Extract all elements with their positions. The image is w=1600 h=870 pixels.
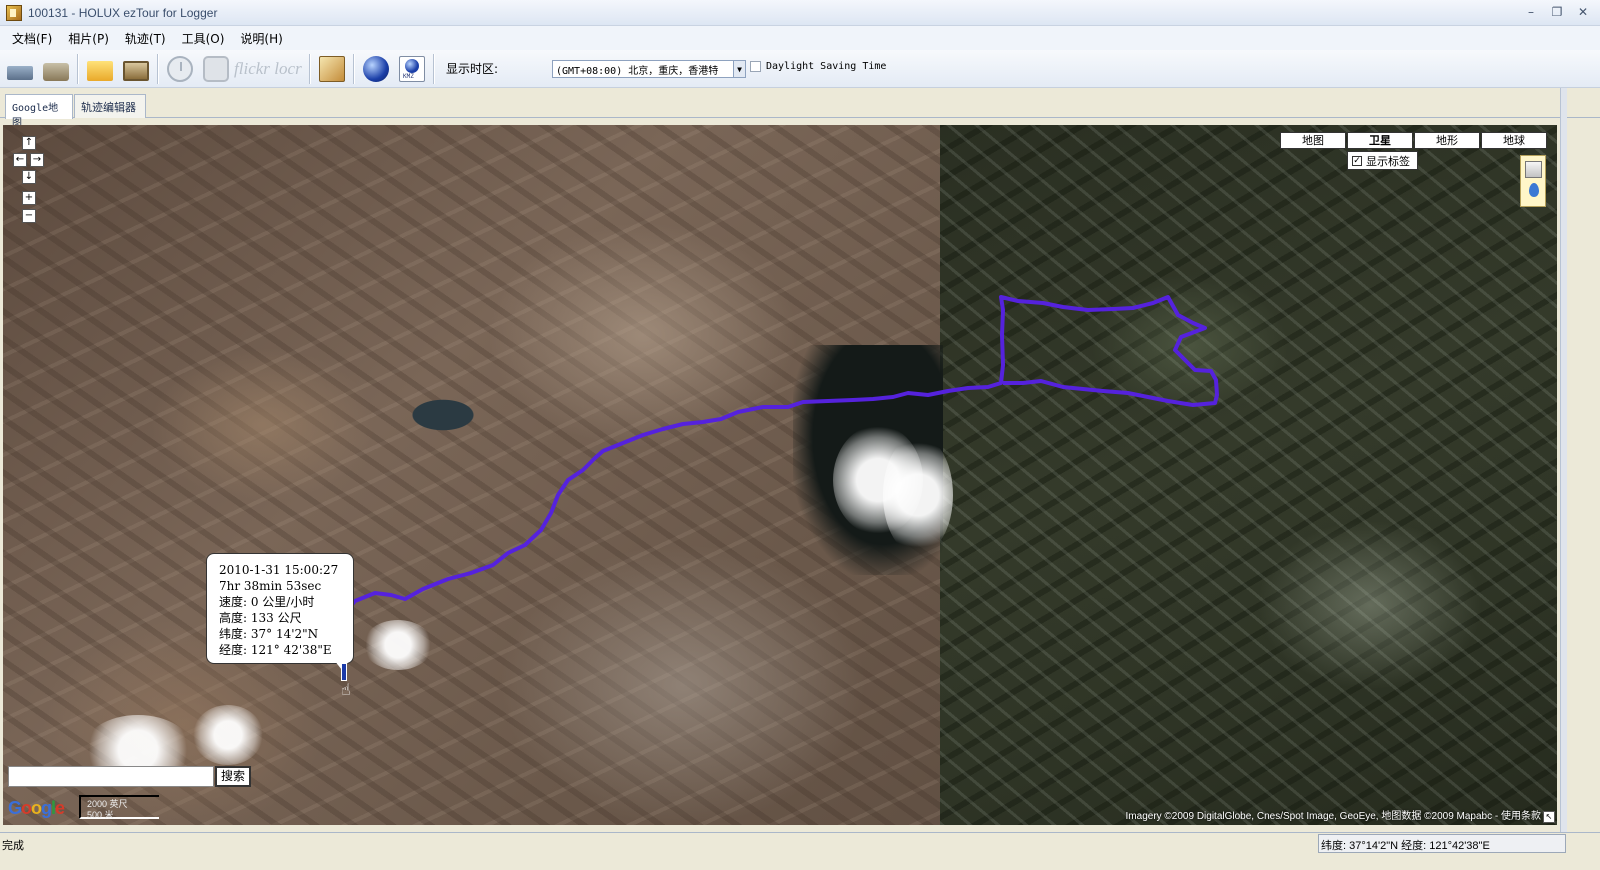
status-coordinates: 纬度: 37°14'2"N 经度: 121°42'38"E [1318,834,1566,853]
menu-file[interactable]: 文档(F) [4,30,60,47]
dst-label: Daylight Saving Time [766,61,887,72]
kmz-export-button[interactable]: KMZ [394,52,430,86]
zoom-out-button[interactable]: − [22,209,36,223]
maptype-map-button[interactable]: 地图 [1280,132,1346,149]
minimize-button[interactable]: – [1520,3,1542,21]
kmz-icon: KMZ [399,55,425,82]
timezone-label: 显示时区: [446,62,499,76]
time-sync-button[interactable] [162,52,198,86]
kmz-label: KMZ [403,72,414,80]
maptype-terrain-button[interactable]: 地形 [1414,132,1480,149]
map-side-tools [1520,155,1546,207]
maptype-earth-button[interactable]: 地球 [1481,132,1547,149]
open-folder-icon [87,60,113,81]
window-controls: – ❐ ✕ [1520,3,1594,21]
photos-icon [123,60,149,81]
close-button[interactable]: ✕ [1572,3,1594,21]
maximize-button[interactable]: ❐ [1546,3,1568,21]
pan-left-button[interactable]: ← [13,153,27,167]
title-bar: 100131 - HOLUX ezTour for Logger – ❐ ✕ [0,0,1600,26]
chevron-down-icon[interactable]: ▼ [733,61,745,77]
satellite-map[interactable]: ↑ ← → ↓ + − 地图 卫星 地形 地球 ✓ 显示标签 2010-1-31… [3,125,1557,825]
status-text: 完成 [2,839,24,852]
map-search-input[interactable] [8,766,214,787]
google-earth-button[interactable] [358,52,394,86]
popup-longitude: 经度: 121° 42'38"E [219,643,332,657]
popup-latitude: 纬度: 37° 14'2"N [219,627,319,641]
toolbar-separator [353,53,355,84]
import-device-icon [43,62,69,81]
photos-button[interactable] [118,52,154,86]
show-labels-label: 显示标签 [1366,154,1410,168]
toolbar-separator [433,53,435,84]
street-view-icon[interactable] [1525,161,1542,178]
show-labels-toggle[interactable]: ✓ 显示标签 [1347,151,1418,170]
menu-help[interactable]: 说明(H) [232,30,290,47]
gps-track [343,295,1219,615]
clock-icon [167,55,193,82]
camera-icon [203,55,229,82]
toolbar: flickr locr KMZ 显示时区: (GMT+08:00) 北京，重庆，… [0,50,1600,88]
popup-datetime: 2010-1-31 15:00:27 [219,563,339,577]
pegman-icon[interactable] [1529,183,1539,197]
toolbar-separator [309,53,311,84]
menu-track[interactable]: 轨迹(T) [117,30,174,47]
maptype-satellite-button[interactable]: 卫星 [1347,132,1413,149]
window-title: 100131 - HOLUX ezTour for Logger [28,5,218,20]
map-button[interactable] [314,52,350,86]
scale-bottom-label: 500 米 [87,810,114,820]
map-search-button[interactable]: 搜索 [215,766,251,787]
dst-checkbox-group[interactable]: Daylight Saving Time [750,61,886,72]
menu-photos[interactable]: 相片(P) [60,30,117,47]
import-device-button[interactable] [38,52,74,86]
hand-cursor-icon: ☝ [341,680,351,699]
timezone-value: (GMT+08:00) 北京，重庆，香港特 [556,65,719,77]
open-folder-button[interactable] [82,52,118,86]
popup-speed: 速度: 0 公里/小时 [219,595,315,609]
export-device-icon [7,65,33,80]
locr-button[interactable]: locr [270,52,306,86]
track-line [343,295,1219,615]
tab-track-editor[interactable]: 轨迹编辑器 [74,94,146,118]
map-scale: 2000 英尺 500 米 [79,795,159,820]
google-logo: Google [8,798,65,818]
pan-right-button[interactable]: → [30,153,44,167]
toolbar-separator [157,53,159,84]
timezone-select[interactable]: (GMT+08:00) 北京，重庆，香港特 ▼ [552,60,746,78]
checkmark-icon[interactable]: ✓ [1352,155,1362,166]
menu-bar: 文档(F) 相片(P) 轨迹(T) 工具(O) 说明(H) [0,26,1600,50]
map-icon [319,55,345,82]
flickr-icon: flickr [234,58,270,78]
tab-google-map[interactable]: Google地图 [5,94,73,129]
pan-up-button[interactable]: ↑ [22,136,36,150]
export-device-button[interactable] [2,52,38,86]
toolbar-separator [77,53,79,84]
map-copyright[interactable]: Imagery ©2009 DigitalGlobe, Cnes/Spot Im… [1126,807,1541,822]
pan-down-button[interactable]: ↓ [22,170,36,184]
track-point-popup: 2010-1-31 15:00:27 7hr 38min 53sec 速度: 0… [206,553,354,670]
popup-duration: 7hr 38min 53sec [219,579,322,593]
popup-altitude: 高度: 133 公尺 [219,611,302,625]
camera-button[interactable] [198,52,234,86]
expand-icon[interactable]: ↖ [1543,811,1555,823]
dst-checkbox[interactable] [750,61,761,72]
track-marker[interactable] [341,663,347,681]
status-bar: 完成 纬度: 37°14'2"N 经度: 121°42'38"E [0,832,1600,870]
window-edge [1560,88,1567,832]
zoom-in-button[interactable]: + [22,191,36,205]
flickr-button[interactable]: flickr [234,52,270,86]
tab-bar: Google地图 轨迹编辑器 [0,88,1600,129]
menu-tools[interactable]: 工具(O) [174,30,233,47]
google-earth-icon [363,55,389,82]
app-icon [6,4,22,21]
locr-icon: locr [274,58,302,78]
